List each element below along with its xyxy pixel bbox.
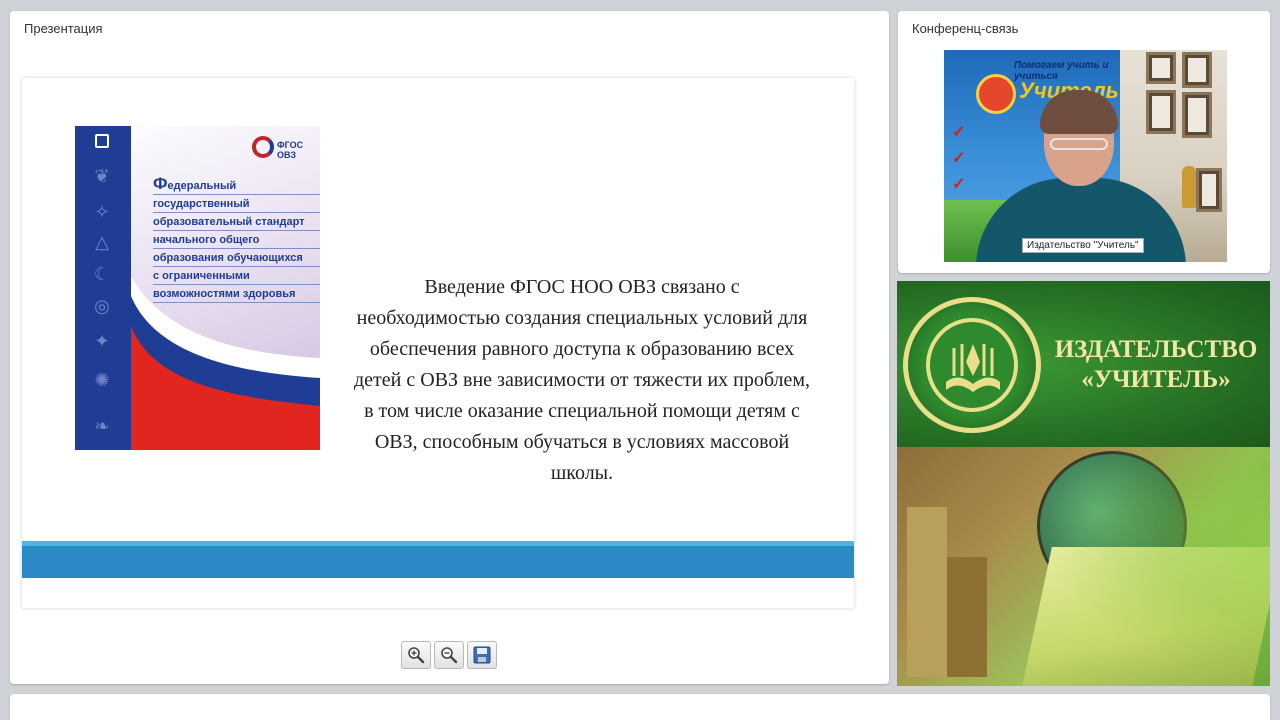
fgos-logo-line1: ФГОС [277, 140, 304, 150]
slide-body-text: Введение ФГОС НОО ОВЗ связано с необходи… [353, 276, 811, 484]
cover-title-line: образования обучающихся [153, 251, 320, 267]
cover-title-line: образовательный стандарт [153, 215, 320, 231]
video-feed[interactable]: Помогаем учить и учиться Учитель ✓ ✓ ✓ И… [944, 50, 1227, 262]
wall-frame [1146, 90, 1176, 134]
presentation-slide: ❦ ✧ △ ☾ ◎ ✦ ✺ ❧ ФГОС ОВЗ Федеральный гос… [22, 78, 854, 608]
cover-title-line: возможностями здоровья [153, 287, 320, 303]
presentation-panel-title: Презентация [24, 21, 103, 36]
cover-title-line: Федеральный [153, 174, 320, 195]
book-stack [947, 557, 987, 677]
wall-frame [1146, 52, 1176, 84]
cover-title-line: начального общего [153, 233, 320, 249]
fgos-logo: ФГОС ОВЗ [252, 136, 312, 166]
checkmark-icon: ✓ [952, 124, 966, 141]
banner-logo-icon [976, 74, 1016, 114]
presentation-panel: Презентация ❦ ✧ △ ☾ ◎ ✦ ✺ ❧ ФГОС ОВЗ Фед… [10, 11, 889, 684]
slide-band-dark [22, 546, 854, 578]
zoom-out-icon [441, 647, 458, 664]
cover-title: Федеральный государственный образователь… [153, 174, 320, 305]
checkmark-icon: ✓ [952, 150, 966, 167]
book-stack [907, 507, 947, 677]
book-cover-image: ❦ ✧ △ ☾ ◎ ✦ ✺ ❧ ФГОС ОВЗ Федеральный гос… [75, 126, 320, 450]
cover-title-line: государственный [153, 197, 320, 213]
zoom-in-button[interactable] [401, 641, 431, 669]
fgos-logo-line2: ОВЗ [277, 150, 297, 160]
publisher-header: ИЗДАТЕЛЬСТВО «УЧИТЕЛЬ» [897, 281, 1270, 447]
conference-panel: Конференц-связь Помогаем учить и учиться… [898, 11, 1270, 273]
bottom-panel [10, 694, 1270, 720]
green-swoosh [1047, 447, 1270, 686]
participant-name-label: Издательство "Учитель" [1022, 238, 1144, 253]
trophy-icon [1182, 166, 1196, 208]
publisher-emblem-icon [903, 297, 1041, 433]
publisher-name-line2: «УЧИТЕЛЬ» [1081, 366, 1231, 393]
floppy-disk-icon [473, 646, 491, 664]
publisher-name: ИЗДАТЕЛЬСТВО «УЧИТЕЛЬ» [1047, 335, 1265, 395]
conference-panel-title: Конференц-связь [912, 21, 1019, 36]
presenter-glasses [1050, 138, 1108, 150]
wall-frame [1182, 52, 1212, 88]
publisher-advertisement: ИЗДАТЕЛЬСТВО «УЧИТЕЛЬ» [897, 281, 1270, 686]
zoom-out-button[interactable] [434, 641, 464, 669]
wall-frame [1196, 168, 1222, 212]
open-book-icon [946, 344, 1000, 392]
publisher-name-line1: ИЗДАТЕЛЬСТВО [1054, 336, 1258, 363]
wall-frame [1182, 92, 1212, 138]
save-button[interactable] [467, 641, 497, 669]
checkmark-icon: ✓ [952, 176, 966, 193]
fgos-logo-icon [252, 136, 274, 158]
cover-title-line: с ограниченными [153, 269, 320, 285]
books-globe-image [897, 447, 1270, 686]
zoom-in-icon [408, 647, 425, 664]
